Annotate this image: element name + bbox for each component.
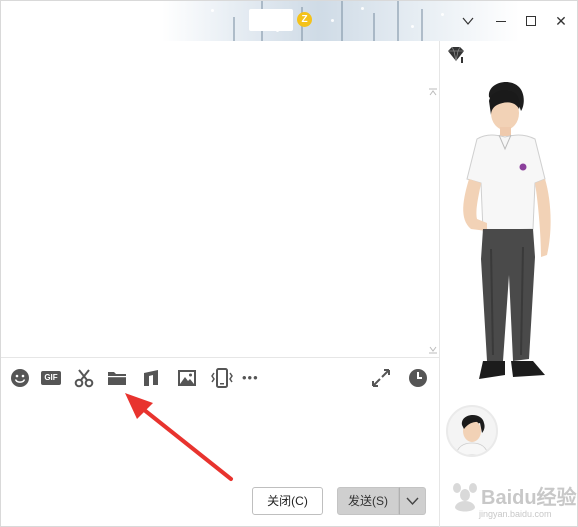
maximize-button[interactable] [523,13,539,29]
diamond-button[interactable] [445,45,467,65]
avatar-image [455,414,489,455]
gif-label: GIF [44,373,58,382]
watermark-subtext: jingyan.baidu.com [479,509,552,519]
chat-history-button[interactable] [407,367,429,389]
send-options-button[interactable] [399,487,426,515]
more-icon: ••• [242,370,259,385]
scroll-up-icon [429,88,437,96]
toolbar-more-button[interactable]: ••• [242,367,266,389]
music-icon [144,370,158,386]
image-icon [178,370,196,386]
chat-window: Z ✕ GIF ••• 关闭(C) 发送(S) Baidu经验 jingyan.… [0,0,578,527]
chevron-down-icon [406,497,419,506]
send-file-button[interactable] [106,367,128,389]
expand-icon [372,369,390,387]
contact-name [249,9,293,31]
vip-badge: Z [297,12,312,27]
send-button[interactable]: 发送(S) [337,487,399,515]
scroll-down-icon [429,346,437,354]
diamond-icon [448,46,464,63]
shake-icon [211,368,233,388]
music-button[interactable] [140,367,162,389]
minimize-button[interactable] [493,13,509,29]
close-icon: ✕ [555,13,567,29]
watermark-text: Baidu经验 [481,487,577,509]
sidebar-divider [439,41,440,527]
image-button[interactable] [176,367,198,389]
expand-input-button[interactable] [370,367,392,389]
screenshot-button[interactable] [73,367,95,389]
emoji-button[interactable] [9,367,31,389]
collapse-button[interactable] [460,13,476,29]
show-avatar-figure [463,82,551,379]
vip-badge-letter: Z [301,14,308,25]
screenshot-scissors-icon [74,369,94,388]
close-window-button[interactable]: ✕ [553,13,569,29]
gif-button[interactable]: GIF [40,367,62,389]
annotation-arrow [125,393,233,481]
self-avatar[interactable] [446,405,498,457]
scroll-down-arrow[interactable] [427,345,439,355]
chevron-down-icon [462,17,474,25]
message-history[interactable] [1,41,439,357]
scroll-up-arrow[interactable] [427,87,439,97]
input-divider [1,357,439,358]
clock-icon [409,369,427,387]
emoji-icon [11,369,29,387]
close-chat-button[interactable]: 关闭(C) [252,487,323,515]
shake-button[interactable] [209,367,235,389]
folder-icon [108,372,126,385]
